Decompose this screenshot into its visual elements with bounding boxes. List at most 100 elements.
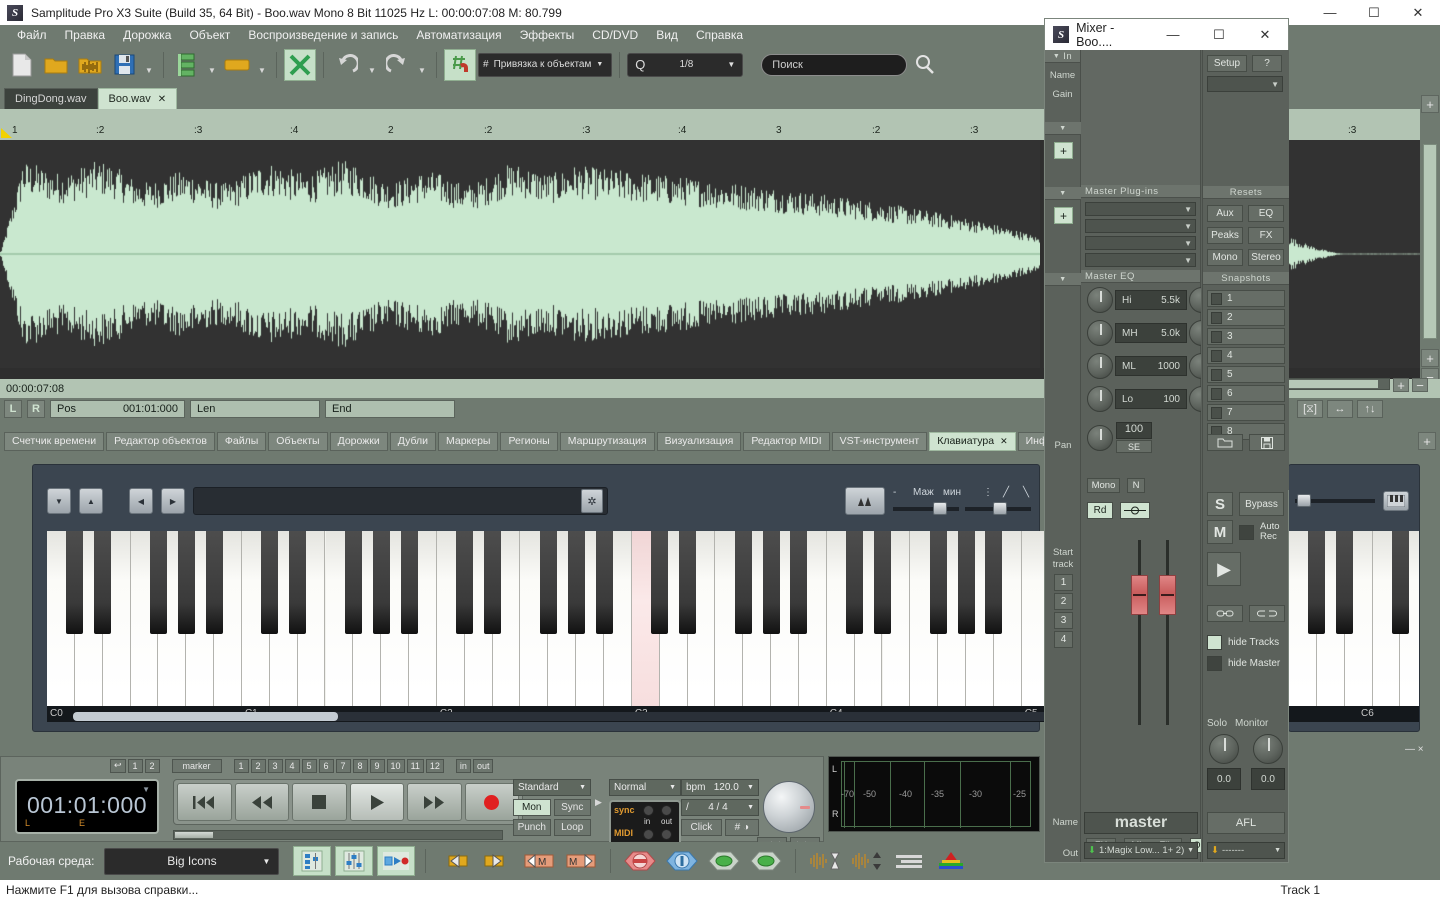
sync-out-indicator[interactable]: [661, 805, 672, 816]
object-mode-icon[interactable]: [705, 846, 743, 876]
jog-wheel[interactable]: [763, 781, 815, 833]
eq-ml-gain-knob[interactable]: [1087, 353, 1113, 379]
punch-button[interactable]: Punch: [513, 819, 551, 836]
tab-files[interactable]: Файлы: [216, 431, 267, 451]
menu-item-view[interactable]: Вид: [647, 28, 687, 42]
automation-circle-icon[interactable]: [1120, 502, 1150, 519]
marker-button-9[interactable]: 9: [369, 758, 385, 773]
punch-out-button[interactable]: out: [472, 758, 494, 773]
open-folder-icon[interactable]: [40, 49, 72, 81]
volume-fader-left[interactable]: [1131, 575, 1148, 615]
monitor-level-knob[interactable]: [1253, 734, 1283, 764]
record-panel-icon[interactable]: [377, 846, 416, 876]
mixer-titlebar[interactable]: S Mixer - Boo.... — ☐ ✕: [1045, 19, 1288, 50]
hide-master-checkbox[interactable]: [1207, 656, 1222, 671]
snapshot-slot-2[interactable]: 2: [1207, 309, 1285, 326]
waveform-display-main[interactable]: [0, 140, 1040, 368]
close-icon[interactable]: ✕: [158, 94, 166, 105]
add-track-button-top[interactable]: +: [1421, 95, 1439, 113]
loop-button[interactable]: Loop: [553, 819, 591, 836]
auto-rec-checkbox[interactable]: [1239, 524, 1254, 540]
open-wave-icon[interactable]: [74, 49, 106, 81]
panel-minimize-icon[interactable]: — ×: [1405, 744, 1424, 755]
add-panel-button[interactable]: +: [1418, 432, 1436, 450]
marker-button-1[interactable]: 1: [233, 758, 249, 773]
mixer-minimize-button[interactable]: —: [1150, 19, 1196, 50]
quantize-dropdown[interactable]: Q 1/8 ▼: [627, 52, 744, 77]
midi-in-indicator[interactable]: [643, 829, 654, 840]
snapshot-slot-4[interactable]: 4: [1207, 347, 1285, 364]
close-icon[interactable]: ✕: [1000, 436, 1008, 447]
aux-slots-area[interactable]: [1081, 50, 1200, 185]
time-lcd-display[interactable]: ▼ 001:01:000 L E: [15, 779, 159, 834]
eq-ml-field[interactable]: ML 1000: [1115, 356, 1187, 376]
undo-dropdown-arrow-icon[interactable]: ▼: [365, 49, 379, 81]
piano-black-key[interactable]: [595, 531, 613, 634]
bpm-dropdown[interactable]: bpm 120.0 ▼: [681, 779, 759, 796]
menu-item-cd-dvd[interactable]: CD/DVD: [583, 28, 647, 42]
piano-black-key[interactable]: [149, 531, 167, 634]
piano-black-key[interactable]: [567, 531, 585, 634]
piano-black-key[interactable]: [456, 531, 474, 634]
hzoom-out-button[interactable]: −: [1412, 378, 1428, 393]
marker-button-3[interactable]: 3: [267, 758, 283, 773]
piano-black-key[interactable]: [734, 531, 752, 634]
doc-tab-dingdong[interactable]: DingDong.wav: [4, 88, 98, 109]
eq-lo-gain-knob[interactable]: [1087, 386, 1113, 412]
chord-slider-2[interactable]: [965, 502, 1031, 515]
master-plugin-slot-2[interactable]: ▼: [1085, 219, 1196, 233]
length-field[interactable]: Len: [190, 400, 320, 418]
tab-regions[interactable]: Регионы: [500, 431, 558, 451]
help-button[interactable]: ?: [1252, 55, 1282, 72]
range-button-1[interactable]: 1: [127, 758, 143, 773]
tab-keyboard[interactable]: Клавиатура ✕: [929, 431, 1016, 451]
time-signature-dropdown[interactable]: / 4 / 4 ▼: [681, 799, 759, 816]
load-snapshot-icon[interactable]: [1207, 434, 1243, 451]
mixer-big-icon[interactable]: [335, 846, 374, 876]
mixer-play-button[interactable]: ▶: [1207, 552, 1241, 586]
marker-button-2[interactable]: 2: [250, 758, 266, 773]
tab-tracks[interactable]: Дорожки: [329, 431, 388, 451]
eq-mh-field[interactable]: MH 5.0k: [1115, 323, 1187, 343]
tab-vst-instrument[interactable]: VST-инструмент: [831, 431, 928, 451]
menu-item-track[interactable]: Дорожка: [114, 28, 180, 42]
unlink-icon[interactable]: [1249, 605, 1285, 622]
snapshot-slot-5[interactable]: 5: [1207, 366, 1285, 383]
reset-aux-button[interactable]: Aux: [1207, 205, 1243, 222]
piano-black-key[interactable]: [929, 531, 947, 634]
fader-lane-right[interactable]: [1159, 540, 1176, 725]
reset-eq-button[interactable]: EQ: [1248, 205, 1284, 222]
in-section-header[interactable]: ▼ In: [1045, 50, 1080, 63]
menu-item-object[interactable]: Объект: [180, 28, 239, 42]
preset-field[interactable]: ✲: [193, 487, 608, 515]
piano-black-key[interactable]: [790, 531, 808, 634]
start-track-2-button[interactable]: 2: [1054, 593, 1073, 610]
redo-dropdown-arrow-icon[interactable]: ▼: [415, 49, 429, 81]
mute-button[interactable]: M: [1207, 520, 1233, 544]
doc-tab-boo[interactable]: Boo.wav ✕: [97, 88, 178, 109]
horizontal-zoom-scrollbar[interactable]: [1280, 378, 1390, 390]
start-track-1-button[interactable]: 1: [1054, 574, 1073, 591]
left-channel-button[interactable]: L: [4, 400, 22, 418]
zoom-wave-v-icon[interactable]: [848, 846, 886, 876]
piano-black-key[interactable]: [205, 531, 223, 634]
plugins-collapse-toggle[interactable]: ▼: [1045, 187, 1081, 200]
afl-button[interactable]: AFL: [1207, 812, 1285, 834]
piano-black-key[interactable]: [261, 531, 279, 634]
piano-black-key[interactable]: [539, 531, 557, 634]
crossfade-icon[interactable]: [284, 48, 316, 81]
hide-tracks-checkbox[interactable]: [1207, 635, 1222, 650]
marker-button-6[interactable]: 6: [318, 758, 334, 773]
marker-button-8[interactable]: 8: [352, 758, 368, 773]
pan-mode-button[interactable]: SE: [1116, 440, 1152, 453]
add-aux-button[interactable]: +: [1054, 142, 1073, 159]
tab-takes[interactable]: Дубли: [389, 431, 436, 451]
jump-end-icon[interactable]: [478, 846, 516, 876]
monitor-level-value[interactable]: 0.0: [1251, 768, 1285, 790]
octave-down-button[interactable]: ▼: [47, 488, 71, 514]
marker-label[interactable]: marker: [171, 758, 222, 773]
eq-hi-gain-knob[interactable]: [1087, 287, 1113, 313]
pan-value[interactable]: 100: [1116, 422, 1152, 439]
position-field[interactable]: Pos 001:01:000: [50, 400, 185, 418]
piano-black-key[interactable]: [177, 531, 195, 634]
